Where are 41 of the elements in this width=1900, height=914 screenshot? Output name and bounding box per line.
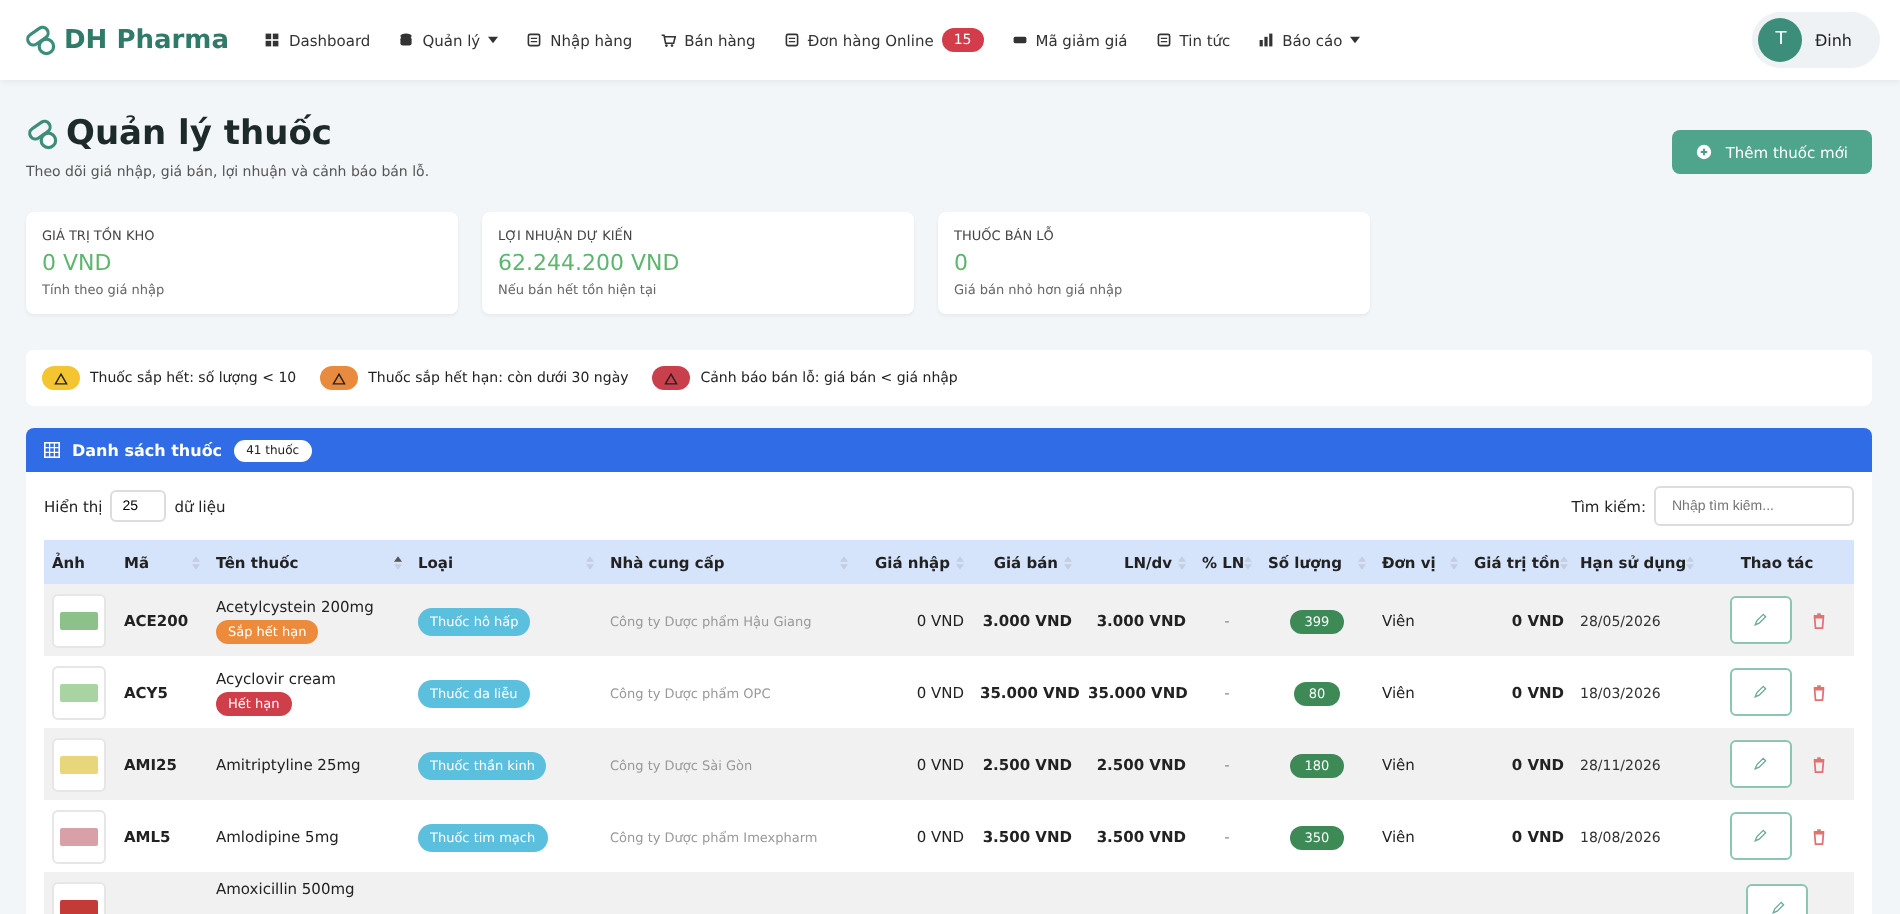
edit-button[interactable] xyxy=(1729,596,1791,644)
edit-button[interactable] xyxy=(1729,668,1791,716)
stat-value: 0 xyxy=(954,250,970,276)
page-title: Quản lý thuốc xyxy=(66,114,332,154)
pencil-icon xyxy=(1752,756,1768,772)
photo-placeholder xyxy=(52,737,106,791)
pencil-icon xyxy=(1752,828,1768,844)
stat-value: 62.244.200 VND xyxy=(498,250,682,276)
legend-icon xyxy=(652,366,691,390)
brand-name: DH Pharma xyxy=(64,25,229,55)
nav-icon xyxy=(398,32,415,48)
edit-button[interactable] xyxy=(1729,740,1791,788)
nav-icon xyxy=(264,32,281,48)
nav-icon xyxy=(660,32,677,48)
trash-icon[interactable] xyxy=(1811,827,1825,845)
user-name: Đinh xyxy=(1814,31,1852,49)
trash-icon[interactable] xyxy=(1811,755,1825,773)
trash-icon[interactable] xyxy=(1811,683,1825,701)
nav-icon xyxy=(1011,32,1028,48)
legend-icon xyxy=(42,366,80,390)
stat-value: 0 VND xyxy=(42,250,114,276)
trash-icon[interactable] xyxy=(1811,611,1825,629)
pencil-icon xyxy=(1752,612,1768,628)
capsule-logo-icon xyxy=(24,24,56,56)
photo-placeholder xyxy=(52,665,106,719)
pencil-icon xyxy=(1769,900,1785,914)
edit-button[interactable] xyxy=(1729,812,1791,860)
pencil-icon xyxy=(1752,684,1768,700)
nav-icon xyxy=(1258,32,1275,48)
user-avatar: T xyxy=(1758,18,1803,62)
plus-circle-icon xyxy=(1695,144,1712,160)
user-menu[interactable]: T Đinh xyxy=(1752,12,1880,68)
photo-placeholder xyxy=(52,809,106,863)
capsule-icon xyxy=(26,118,58,150)
nav-icon xyxy=(783,32,800,48)
nav-icon xyxy=(526,32,543,48)
table-title: Danh sách thuốc xyxy=(72,441,223,459)
photo-placeholder xyxy=(52,593,106,647)
legend-icon xyxy=(320,366,359,390)
table-icon xyxy=(44,442,60,458)
nav-icon xyxy=(1155,32,1172,48)
